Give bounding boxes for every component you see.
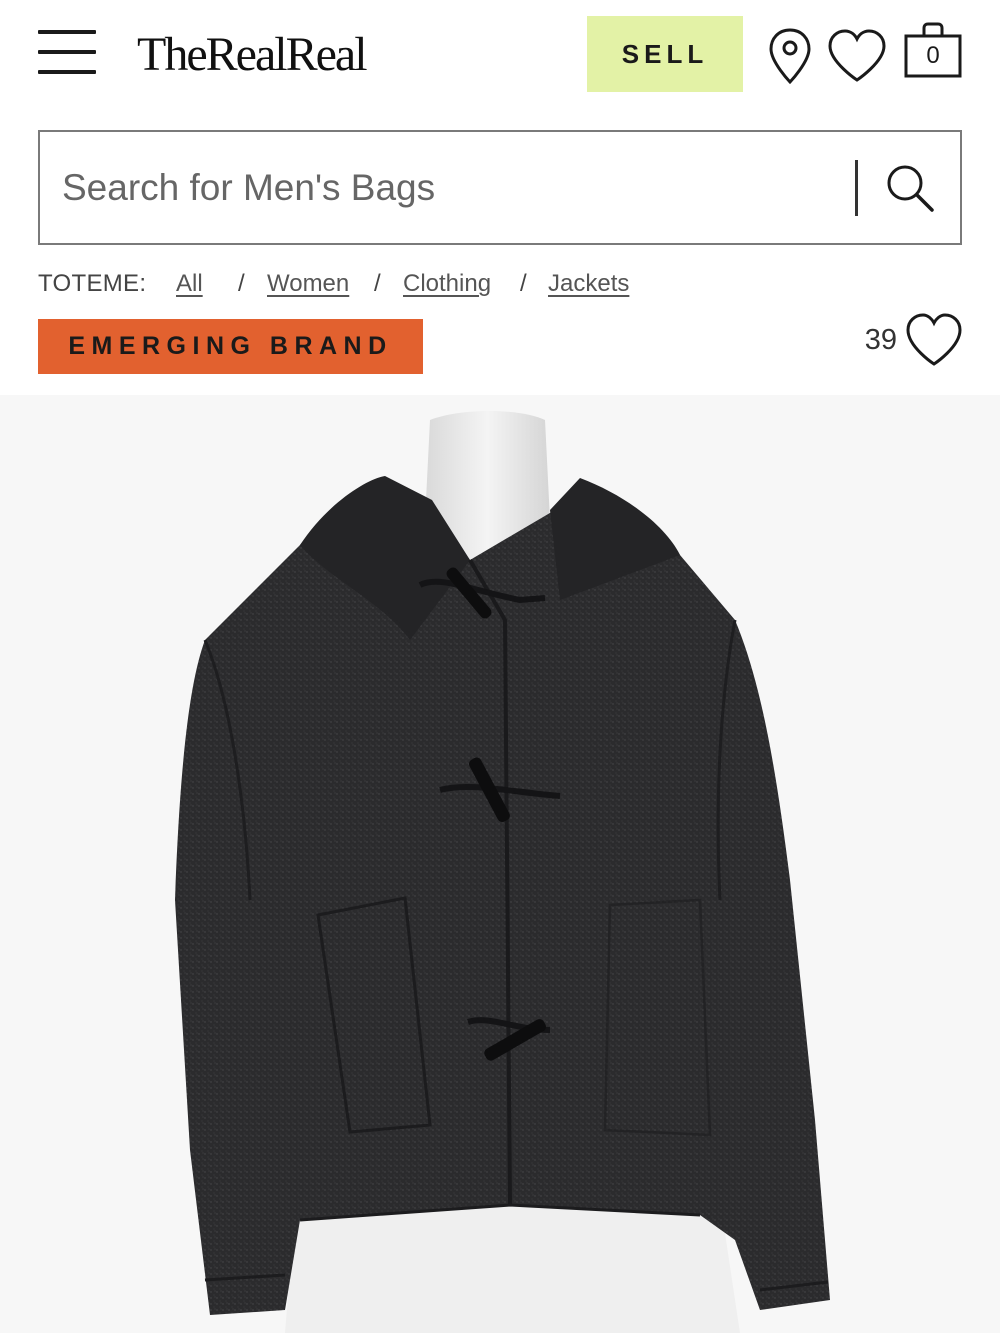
breadcrumb-item-all[interactable]: All	[176, 270, 203, 298]
breadcrumb-item-clothing[interactable]: Clothing	[403, 270, 491, 298]
breadcrumb-item-jackets[interactable]: Jackets	[548, 270, 629, 298]
shopping-bag-icon[interactable]: 0	[904, 22, 962, 78]
breadcrumb-brand[interactable]: TOTEME:	[38, 270, 146, 298]
breadcrumb-separator: /	[520, 270, 527, 297]
product-image[interactable]	[0, 395, 1000, 1333]
breadcrumb-separator: /	[374, 270, 381, 297]
favorites-count: 39	[864, 324, 897, 356]
heart-icon[interactable]	[826, 28, 888, 84]
search-bar	[38, 130, 962, 245]
hamburger-menu-icon[interactable]	[38, 30, 96, 76]
site-logo[interactable]: TheRealReal	[137, 28, 368, 82]
search-divider	[855, 160, 858, 216]
search-icon[interactable]	[880, 158, 940, 218]
emerging-brand-badge: EMERGING BRAND	[38, 319, 423, 374]
search-input[interactable]	[60, 152, 840, 224]
site-header: TheRealReal SELL 0	[0, 0, 1000, 110]
breadcrumb-item-women[interactable]: Women	[267, 270, 349, 298]
sell-button[interactable]: SELL	[587, 16, 743, 92]
bag-count: 0	[926, 42, 940, 69]
heart-outline-icon[interactable]	[905, 312, 963, 368]
breadcrumb-separator: /	[238, 270, 245, 297]
location-pin-icon[interactable]	[766, 26, 814, 86]
